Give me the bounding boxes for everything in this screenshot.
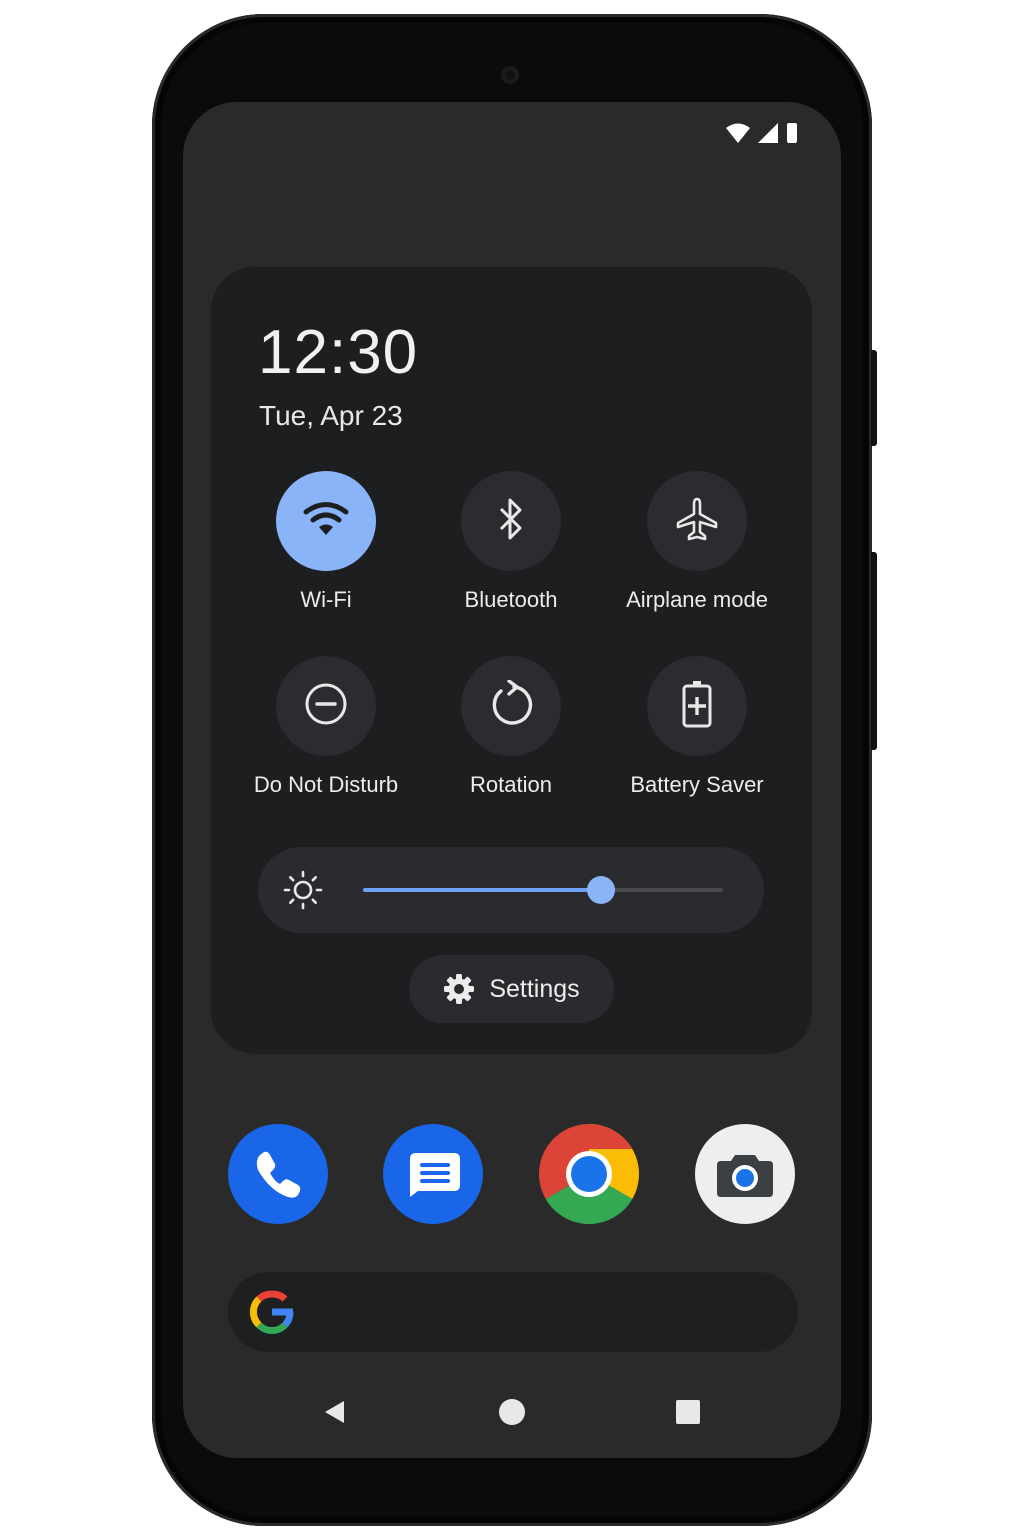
screen: 12:30 Tue, Apr 23 Wi-Fi Bluetooth Airpla…: [183, 102, 841, 1458]
tile-rotation[interactable]: Rotation: [411, 656, 611, 798]
tile-bluetooth-button[interactable]: [461, 471, 561, 571]
tile-airplane-button[interactable]: [647, 471, 747, 571]
tile-label: Bluetooth: [464, 587, 558, 612]
phone-app[interactable]: [228, 1124, 328, 1224]
tile-bluetooth[interactable]: Bluetooth: [411, 471, 611, 613]
chrome-icon: [539, 1124, 639, 1224]
tile-rotation-button[interactable]: [461, 656, 561, 756]
tile-label: Do Not Disturb: [253, 772, 399, 797]
volume-button: [871, 552, 877, 750]
tile-battery-saver[interactable]: Battery Saver: [597, 656, 797, 798]
front-camera: [501, 66, 519, 84]
clock: 12:30: [258, 318, 419, 387]
settings-button[interactable]: Settings: [409, 955, 614, 1023]
tile-wifi-button[interactable]: [276, 471, 376, 571]
rotation-icon: [487, 678, 535, 733]
tile-label: Wi-Fi: [300, 587, 352, 612]
tile-do-not-disturb[interactable]: Do Not Disturb: [226, 656, 426, 798]
date: Tue, Apr 23: [259, 400, 403, 431]
quick-settings-panel: 12:30 Tue, Apr 23 Wi-Fi Bluetooth Airpla…: [211, 267, 812, 1054]
gear-icon: [443, 973, 475, 1005]
tile-label: Airplane mode: [626, 587, 768, 612]
tile-label: Rotation: [470, 772, 552, 797]
camera-app[interactable]: [695, 1124, 795, 1224]
tile-label: Battery Saver: [630, 772, 764, 797]
phone-icon: [250, 1146, 306, 1202]
do-not-disturb-icon: [303, 681, 349, 732]
recents-button[interactable]: [668, 1392, 708, 1432]
settings-label: Settings: [489, 974, 580, 1003]
tile-battery-saver-button[interactable]: [647, 656, 747, 756]
home-button[interactable]: [492, 1392, 532, 1432]
battery-icon: [785, 122, 799, 149]
back-button[interactable]: [315, 1392, 355, 1432]
brightness-slider[interactable]: [258, 847, 764, 933]
camera-icon: [715, 1149, 775, 1199]
wifi-icon: [725, 122, 751, 149]
google-search-bar[interactable]: [228, 1272, 798, 1352]
tile-dnd-button[interactable]: [276, 656, 376, 756]
cellular-signal-icon: [757, 122, 779, 149]
brightness-icon: [283, 870, 323, 915]
battery-saver-icon: [680, 679, 714, 734]
tile-airplane-mode[interactable]: Airplane mode: [597, 471, 797, 613]
wifi-icon: [303, 499, 349, 544]
status-bar: [725, 122, 799, 149]
messages-app[interactable]: [383, 1124, 483, 1224]
google-logo-icon: [250, 1290, 294, 1334]
power-button: [871, 350, 877, 446]
brightness-thumb[interactable]: [586, 876, 615, 904]
messages-icon: [404, 1149, 462, 1199]
airplane-icon: [675, 496, 719, 547]
tile-wifi[interactable]: Wi-Fi: [226, 471, 426, 613]
chrome-app[interactable]: [539, 1124, 639, 1224]
brightness-fill: [363, 888, 601, 892]
brightness-track[interactable]: [363, 876, 723, 904]
bluetooth-icon: [494, 495, 528, 548]
